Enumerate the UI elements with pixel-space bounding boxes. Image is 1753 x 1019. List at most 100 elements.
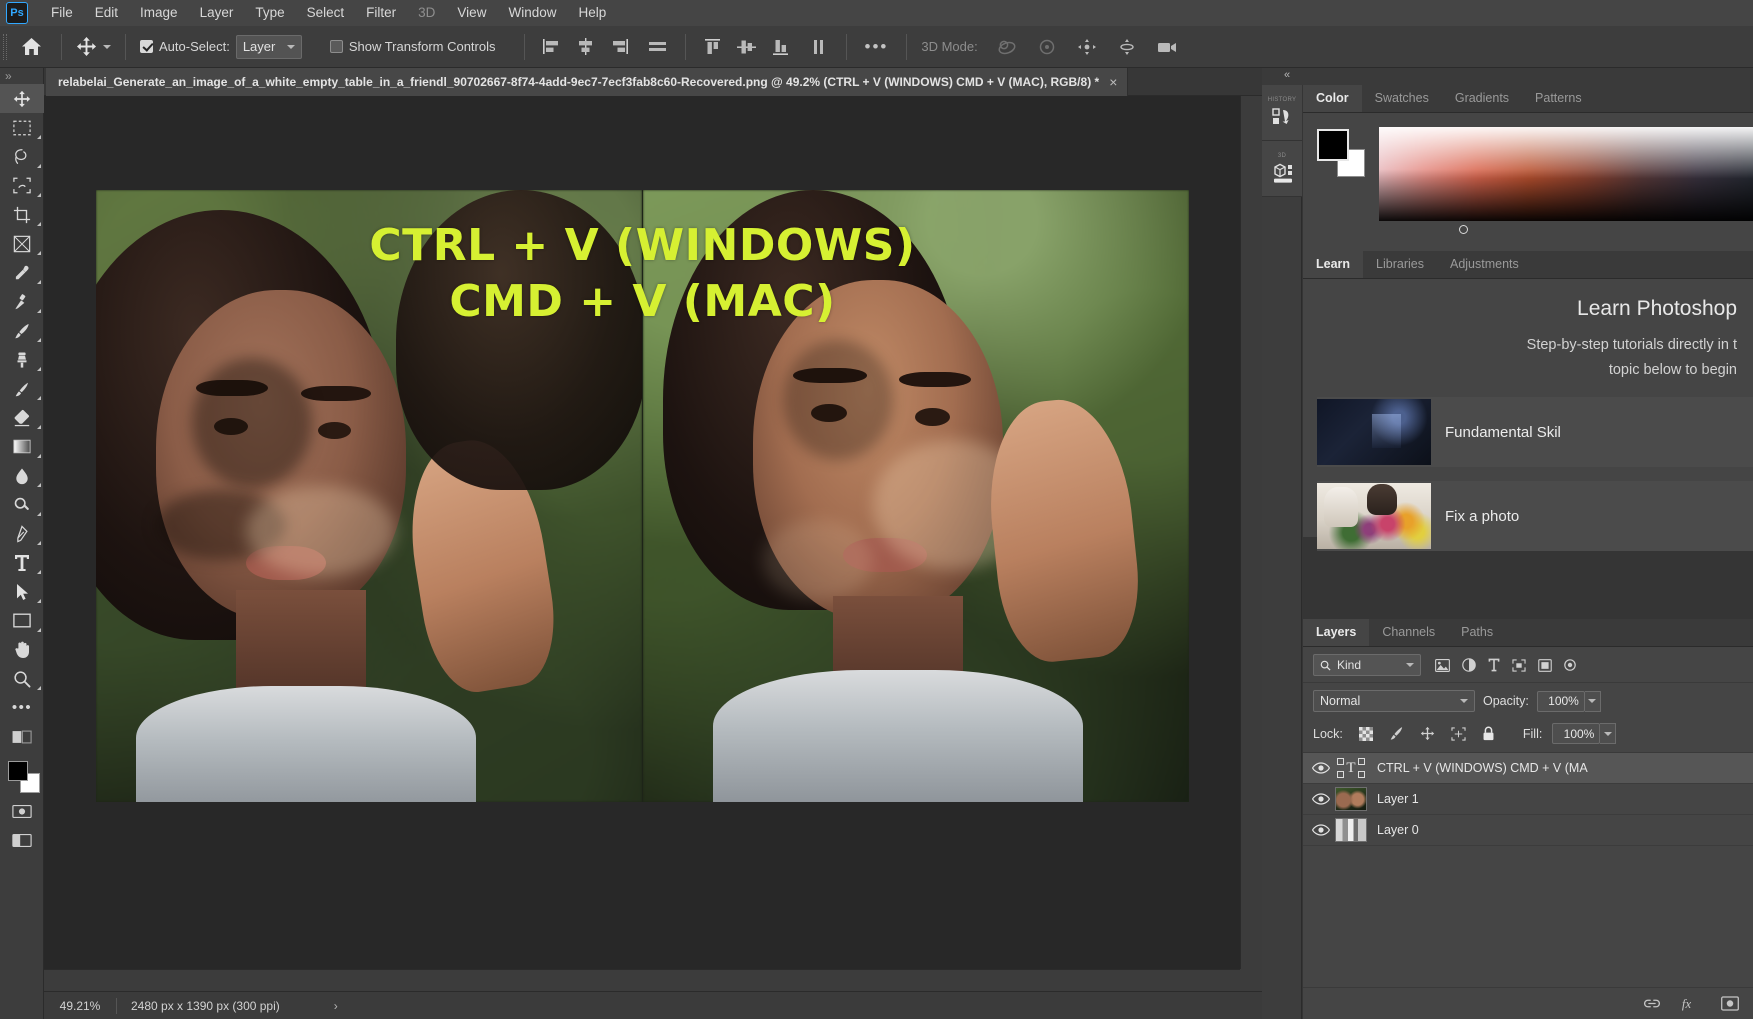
object-selection-tool[interactable] — [0, 171, 44, 200]
edit-in-quick-mask-mode-button[interactable] — [0, 797, 44, 826]
quick-mask-toggle[interactable] — [0, 722, 44, 751]
menu-file[interactable]: File — [40, 2, 84, 24]
gradient-tool[interactable] — [0, 432, 44, 461]
rectangular-marquee-tool[interactable] — [0, 113, 44, 142]
table-row[interactable]: Layer 1 — [1303, 784, 1753, 815]
align-right-edges-button[interactable] — [607, 34, 633, 60]
pen-tool[interactable] — [0, 519, 44, 548]
pan-3d-icon[interactable] — [1074, 34, 1100, 60]
collapse-panels-icon[interactable]: « — [1284, 69, 1290, 81]
show-transform-checkbox[interactable] — [329, 40, 343, 53]
layer-visibility-toggle[interactable] — [1307, 824, 1335, 836]
menu-image[interactable]: Image — [129, 2, 189, 24]
layer-thumbnail-image[interactable] — [1335, 818, 1367, 842]
layer-thumbnail-text[interactable]: T — [1335, 756, 1367, 780]
blur-tool[interactable] — [0, 461, 44, 490]
auto-select-checkbox[interactable] — [140, 40, 153, 53]
lasso-tool[interactable] — [0, 142, 44, 171]
align-horizontal-centers-button[interactable] — [573, 34, 599, 60]
hand-tool[interactable] — [0, 635, 44, 664]
layer-name[interactable]: Layer 1 — [1377, 792, 1419, 806]
frame-tool[interactable] — [0, 229, 44, 258]
brush-tool[interactable] — [0, 316, 44, 345]
rectangle-tool[interactable] — [0, 606, 44, 635]
color-swatches[interactable] — [0, 757, 44, 797]
auto-select-target-dropdown[interactable]: Layer — [235, 34, 302, 59]
home-button[interactable] — [9, 26, 53, 68]
opacity-stepper-chevron-icon[interactable] — [1584, 690, 1601, 712]
fill-stepper-chevron-icon[interactable] — [1600, 723, 1617, 744]
color-spectrum-ramp[interactable] — [1379, 127, 1753, 234]
active-tool-chip[interactable] — [70, 32, 117, 62]
distribute-button[interactable] — [806, 34, 832, 60]
camera-3d-icon[interactable] — [1154, 34, 1180, 60]
artboard[interactable]: CTRL + V (WINDOWS) CMD + V (MAC) — [96, 190, 1189, 802]
layer-filter-kind-dropdown[interactable]: Kind — [1313, 654, 1421, 676]
tab-patterns[interactable]: Patterns — [1522, 85, 1595, 112]
clone-stamp-tool[interactable] — [0, 345, 44, 374]
eraser-tool[interactable] — [0, 403, 44, 432]
toolbar-collapse-handle[interactable] — [0, 69, 43, 84]
color-panel-swatches[interactable] — [1317, 129, 1365, 177]
align-top-edges-button[interactable] — [700, 34, 726, 60]
history-brush-tool[interactable] — [0, 374, 44, 403]
foreground-color-swatch[interactable] — [8, 761, 28, 781]
menu-layer[interactable]: Layer — [189, 2, 245, 24]
eyedropper-tool[interactable] — [0, 258, 44, 287]
menu-select[interactable]: Select — [296, 2, 356, 24]
layer-thumbnail-image[interactable] — [1335, 787, 1367, 811]
history-rail-button[interactable]: HISTORY — [1262, 85, 1302, 141]
learn-card-fundamentals[interactable]: Fundamental Skil — [1317, 397, 1753, 467]
table-row[interactable]: Layer 0 — [1303, 815, 1753, 846]
path-selection-tool[interactable] — [0, 577, 44, 606]
align-left-edges-button[interactable] — [539, 34, 565, 60]
align-vertical-centers-button[interactable] — [734, 34, 760, 60]
menu-view[interactable]: View — [446, 2, 497, 24]
layer-visibility-toggle[interactable] — [1307, 793, 1335, 805]
tab-layers[interactable]: Layers — [1303, 619, 1370, 646]
opacity-value[interactable]: 100% — [1536, 690, 1585, 712]
slide-3d-icon[interactable] — [1114, 34, 1140, 60]
layer-visibility-toggle[interactable] — [1307, 762, 1335, 774]
learn-card-fix-photo[interactable]: Fix a photo — [1317, 481, 1753, 551]
dodge-tool[interactable] — [0, 490, 44, 519]
status-expand-arrow-icon[interactable]: › — [294, 999, 338, 1013]
orbit-3d-icon[interactable] — [994, 34, 1020, 60]
blend-mode-dropdown[interactable]: Normal — [1313, 690, 1475, 712]
tab-learn[interactable]: Learn — [1303, 251, 1364, 278]
tab-libraries[interactable]: Libraries — [1363, 251, 1437, 278]
tab-channels[interactable]: Channels — [1369, 619, 1448, 646]
tab-paths[interactable]: Paths — [1448, 619, 1506, 646]
tab-color[interactable]: Color — [1303, 85, 1362, 112]
document-tab[interactable]: relabelai_Generate_an_image_of_a_white_e… — [46, 68, 1129, 96]
move-tool[interactable] — [0, 84, 44, 113]
menu-window[interactable]: Window — [497, 2, 567, 24]
roll-3d-icon[interactable] — [1034, 34, 1060, 60]
3d-rail-button[interactable]: 3D — [1262, 141, 1302, 197]
menu-filter[interactable]: Filter — [355, 2, 407, 24]
healing-brush-tool[interactable] — [0, 287, 44, 316]
change-screen-mode-button[interactable] — [0, 826, 44, 855]
menu-edit[interactable]: Edit — [84, 2, 129, 24]
color-panel-foreground-swatch[interactable] — [1317, 129, 1349, 161]
auto-select-control[interactable]: Auto-Select: — [134, 32, 236, 62]
close-icon[interactable]: × — [1109, 75, 1117, 89]
canvas-area[interactable]: CTRL + V (WINDOWS) CMD + V (MAC) — [44, 96, 1262, 991]
tab-gradients[interactable]: Gradients — [1442, 85, 1522, 112]
menu-help[interactable]: Help — [567, 2, 617, 24]
type-tool[interactable] — [0, 548, 44, 577]
more-options-button[interactable]: ••• — [855, 38, 899, 55]
zoom-tool[interactable] — [0, 664, 44, 693]
distribute-vertical-centers-button[interactable] — [645, 34, 671, 60]
canvas-viewport[interactable]: CTRL + V (WINDOWS) CMD + V (MAC) — [44, 96, 1240, 969]
tab-adjustments[interactable]: Adjustments — [1437, 251, 1532, 278]
edit-toolbar-button[interactable]: ••• — [0, 693, 44, 722]
canvas-horizontal-scrollbar[interactable] — [44, 969, 1240, 991]
layer-name[interactable]: CTRL + V (WINDOWS) CMD + V (MA — [1377, 761, 1588, 775]
canvas-vertical-scrollbar[interactable] — [1240, 96, 1262, 969]
options-bar-grip[interactable] — [0, 26, 9, 68]
dock-collapse-bar[interactable]: « — [1262, 68, 1753, 85]
table-row[interactable]: T CTRL + V (WINDOWS) CMD + V (MA — [1303, 753, 1753, 784]
show-transform-control[interactable]: Show Transform Controls — [324, 32, 502, 62]
align-bottom-edges-button[interactable] — [768, 34, 794, 60]
